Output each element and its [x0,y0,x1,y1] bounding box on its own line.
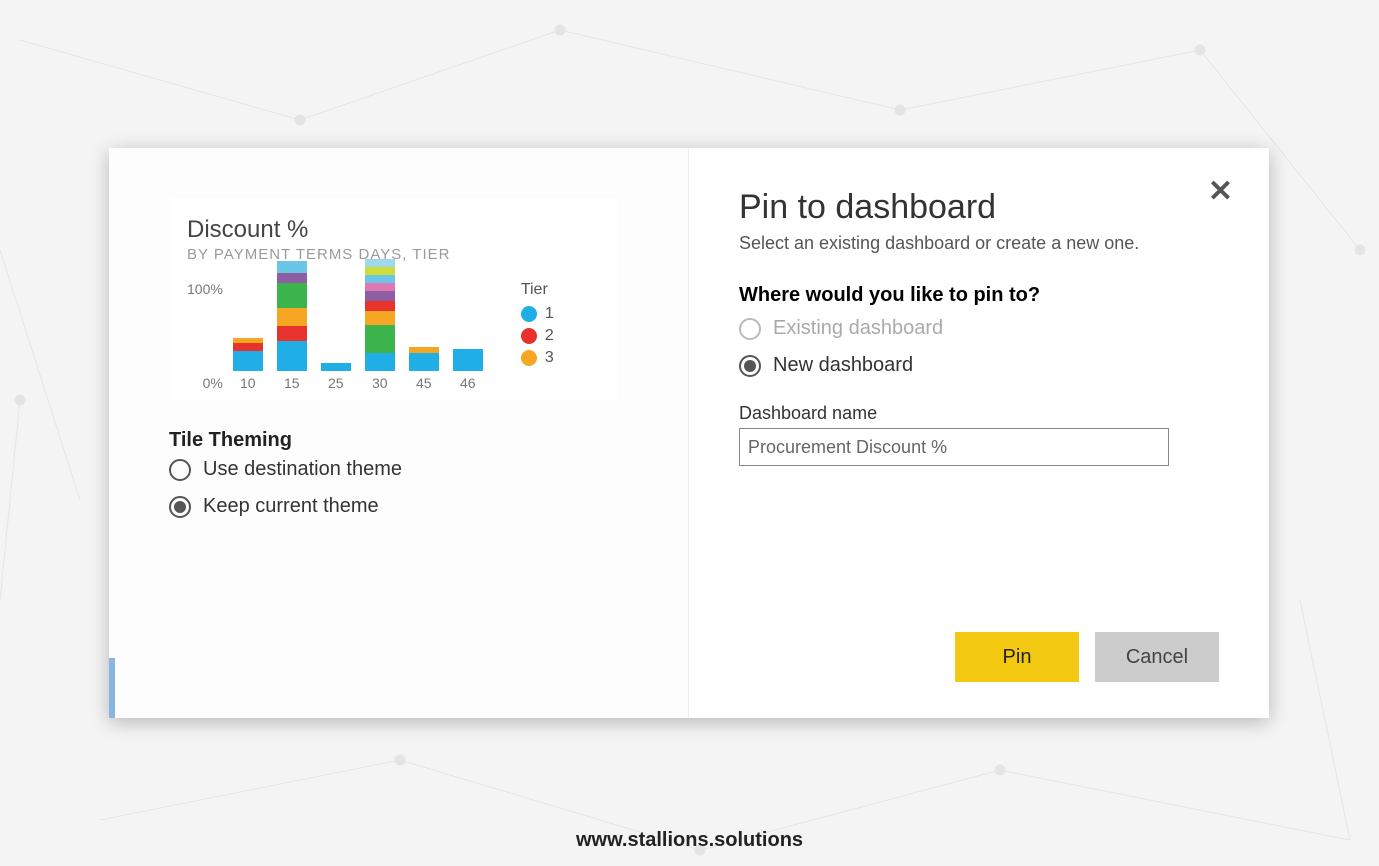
pin-target-question: Where would you like to pin to? [739,284,1219,307]
legend-swatch [521,306,537,322]
legend-item: 1 [521,305,554,323]
bar-segment [409,353,439,371]
radio-icon [169,459,191,481]
radio-existing-dashboard: Existing dashboard [739,317,1219,340]
dialog-left-panel: Discount % BY PAYMENT TERMS DAYS, TIER 1… [109,148,689,718]
radio-icon [169,496,191,518]
bar-segment [277,261,307,273]
dialog-buttons: Pin Cancel [955,632,1219,682]
tile-theming-header: Tile Theming [169,429,658,452]
y-tick: 0% [187,375,223,391]
pin-to-dashboard-dialog: Discount % BY PAYMENT TERMS DAYS, TIER 1… [109,148,1269,718]
tile-preview: Discount % BY PAYMENT TERMS DAYS, TIER 1… [169,198,619,401]
bar-segment [277,308,307,326]
bar-column: 25 [319,363,353,391]
radio-icon [739,318,761,340]
bar-segment [233,351,263,371]
chart: 100% 0% 10 15 25 30 45 46 Tier 1 2 3 [187,281,601,391]
bar-segment [233,343,263,351]
radio-icon [739,355,761,377]
bar-segment [277,283,307,308]
dashboard-name-label: Dashboard name [739,403,1219,424]
legend-label: 2 [545,327,554,345]
bar-column: 46 [451,349,485,391]
bar-segment [321,363,351,371]
y-tick: 100% [187,281,223,297]
bar-segment [453,349,483,371]
x-tick: 10 [240,375,256,391]
x-tick: 30 [372,375,388,391]
bar-segment [277,326,307,341]
bar-segment [277,341,307,371]
radio-label: Keep current theme [203,495,379,518]
dialog-right-panel: ✕ Pin to dashboard Select an existing da… [689,148,1269,718]
legend-swatch [521,350,537,366]
radio-label: Existing dashboard [773,317,943,340]
radio-new-dashboard[interactable]: New dashboard [739,354,1219,377]
bar-column: 10 [231,338,265,391]
bar-segment [365,259,395,267]
bar-segment [365,301,395,311]
bar-segment [365,267,395,275]
bar-segment [365,353,395,371]
legend-item: 3 [521,349,554,367]
chart-bars: 10 15 25 30 45 46 [231,281,485,391]
footer-url: www.stallions.solutions [0,829,1379,852]
bar-column: 15 [275,261,309,391]
chart-y-axis: 100% 0% [187,281,223,391]
radio-keep-current-theme[interactable]: Keep current theme [169,495,658,518]
bar-segment [365,283,395,291]
bar-segment [277,273,307,283]
x-tick: 45 [416,375,432,391]
radio-label: Use destination theme [203,458,402,481]
bar-segment [365,291,395,301]
legend-item: 2 [521,327,554,345]
legend-swatch [521,328,537,344]
close-icon[interactable]: ✕ [1208,174,1233,209]
dialog-title: Pin to dashboard [739,188,1219,227]
cancel-button[interactable]: Cancel [1095,632,1219,682]
x-tick: 25 [328,375,344,391]
x-tick: 46 [460,375,476,391]
x-tick: 15 [284,375,300,391]
bar-column: 45 [407,347,441,391]
bar-segment [365,325,395,353]
pin-button[interactable]: Pin [955,632,1079,682]
legend-label: 1 [545,305,554,323]
bar-segment [365,275,395,283]
dialog-subtitle: Select an existing dashboard or create a… [739,233,1219,254]
radio-label: New dashboard [773,354,913,377]
legend-label: 3 [545,349,554,367]
bar-segment [365,311,395,325]
legend-title: Tier [521,281,554,299]
dashboard-name-input[interactable] [739,428,1169,466]
tile-title: Discount % [187,216,601,244]
chart-legend: Tier 1 2 3 [521,281,554,391]
bar-column: 30 [363,259,397,391]
radio-use-destination-theme[interactable]: Use destination theme [169,458,658,481]
